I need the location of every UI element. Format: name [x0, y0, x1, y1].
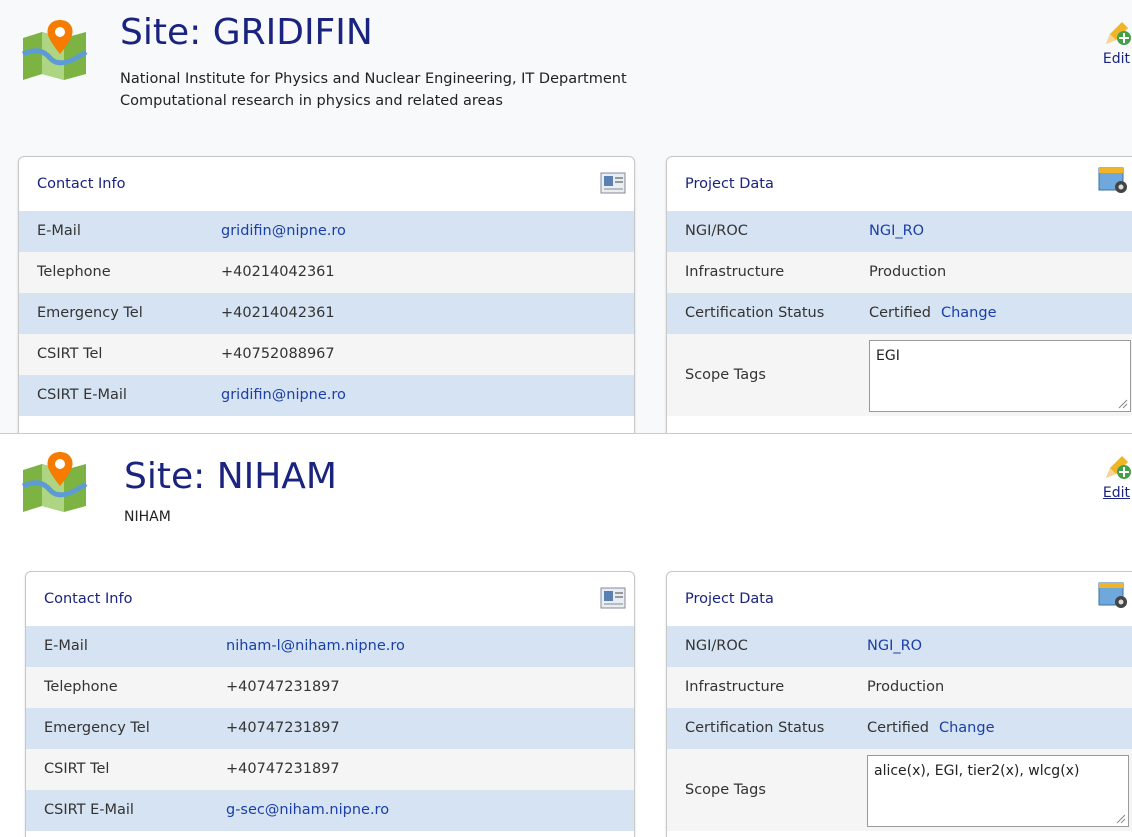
project-row-infrastructure: Infrastructure Production	[667, 252, 1132, 293]
contact-row-emergency-tel: Emergency Tel +40747231897	[26, 708, 634, 749]
contact-row-telephone: Telephone +40214042361	[19, 252, 634, 293]
certification-value: Certified Change	[867, 708, 995, 749]
scope-tags-value: alice(x), EGI, tier2(x), wlcg(x)	[874, 763, 1080, 779]
project-row-ngi: NGI/ROC NGI_RO	[667, 626, 1132, 667]
row-value: +40747231897	[226, 679, 340, 695]
row-value: +40752088967	[221, 346, 335, 362]
project-data-title: Project Data	[685, 176, 774, 192]
contact-info-card: Contact Info E-Mail niham-l@niham.nipne.…	[25, 571, 635, 837]
certification-value: Certified Change	[869, 293, 997, 334]
site-description-line: National Institute for Physics and Nucle…	[120, 71, 627, 87]
project-icon	[1097, 163, 1127, 217]
map-pin-icon	[20, 452, 90, 512]
row-label: CSIRT Tel	[37, 346, 103, 362]
ngi-link[interactable]: NGI_RO	[869, 211, 924, 252]
project-data-header: Project Data	[667, 572, 1132, 626]
contact-row-csirt-tel: CSIRT Tel +40752088967	[19, 334, 634, 375]
row-label: Infrastructure	[685, 679, 785, 695]
row-label: NGI/ROC	[685, 638, 748, 654]
site-description-line: Computational research in physics and re…	[120, 93, 503, 109]
edit-link[interactable]: Edit	[1103, 485, 1132, 501]
row-label: Infrastructure	[685, 264, 785, 280]
project-data-card: Project Data NGI/ROC NGI_RO Infrastructu…	[666, 156, 1132, 433]
resize-grip-icon[interactable]	[1116, 814, 1126, 824]
contact-card-icon	[600, 163, 626, 217]
row-label: E-Mail	[44, 638, 88, 654]
edit-link[interactable]: Edit	[1103, 51, 1132, 67]
row-label: NGI/ROC	[685, 223, 748, 239]
site-panel-gridifin: Site: GRIDIFIN National Institute for Ph…	[0, 0, 1132, 433]
project-data-title: Project Data	[685, 591, 774, 607]
contact-card-icon	[600, 578, 626, 632]
contact-row-email: E-Mail niham-l@niham.nipne.ro	[26, 626, 634, 667]
contact-row-csirt-tel: CSIRT Tel +40747231897	[26, 749, 634, 790]
project-row-scope-tags: Scope Tags EGI	[667, 334, 1132, 416]
project-icon	[1097, 578, 1127, 632]
contact-row-email: E-Mail gridifin@nipne.ro	[19, 211, 634, 252]
row-label: Telephone	[44, 679, 118, 695]
row-label: Scope Tags	[685, 782, 766, 798]
site-description-line: NIHAM	[124, 509, 171, 525]
certification-status: Certified	[867, 720, 929, 736]
row-value: Production	[869, 264, 947, 280]
contact-info-title: Contact Info	[37, 176, 126, 192]
row-label: E-Mail	[37, 223, 81, 239]
edit-button[interactable]: Edit	[1072, 452, 1132, 501]
row-label: Emergency Tel	[37, 305, 143, 321]
certification-status: Certified	[869, 305, 931, 321]
site-panel-niham: Site: NIHAM NIHAM Edit Contact Info E-Ma…	[0, 433, 1132, 837]
contact-info-card: Contact Info E-Mail gridifin@nipne.ro Te…	[18, 156, 635, 433]
csirt-email-link[interactable]: g-sec@niham.nipne.ro	[226, 790, 389, 831]
row-value: +40747231897	[226, 761, 340, 777]
row-label: CSIRT E-Mail	[37, 387, 127, 403]
scope-tags-value: EGI	[876, 348, 900, 364]
site-title: Site: GRIDIFIN	[120, 12, 373, 53]
row-label: Emergency Tel	[44, 720, 150, 736]
edit-pencil-icon	[1106, 22, 1131, 45]
contact-row-telephone: Telephone +40747231897	[26, 667, 634, 708]
project-row-infrastructure: Infrastructure Production	[667, 667, 1132, 708]
csirt-email-link[interactable]: gridifin@nipne.ro	[221, 375, 346, 416]
row-label: Scope Tags	[685, 367, 766, 383]
edit-pencil-icon	[1106, 456, 1131, 479]
project-data-header: Project Data	[667, 157, 1132, 211]
row-label: CSIRT Tel	[44, 761, 110, 777]
contact-row-csirt-email: CSIRT E-Mail gridifin@nipne.ro	[19, 375, 634, 416]
contact-info-header: Contact Info	[26, 572, 634, 626]
project-row-certification: Certification Status Certified Change	[667, 708, 1132, 749]
scope-tags-textarea[interactable]: EGI	[869, 340, 1131, 412]
row-label: Certification Status	[685, 305, 825, 321]
row-label: Certification Status	[685, 720, 825, 736]
project-row-ngi: NGI/ROC NGI_RO	[667, 211, 1132, 252]
site-description: NIHAM	[124, 506, 171, 528]
email-link[interactable]: gridifin@nipne.ro	[221, 211, 346, 252]
change-certification-link[interactable]: Change	[941, 305, 997, 321]
project-row-scope-tags: Scope Tags alice(x), EGI, tier2(x), wlcg…	[667, 749, 1132, 831]
contact-row-emergency-tel: Emergency Tel +40214042361	[19, 293, 634, 334]
site-description: National Institute for Physics and Nucle…	[120, 68, 627, 112]
change-certification-link[interactable]: Change	[939, 720, 995, 736]
row-label: CSIRT E-Mail	[44, 802, 134, 818]
contact-info-title: Contact Info	[44, 591, 133, 607]
row-value: +40747231897	[226, 720, 340, 736]
contact-info-header: Contact Info	[19, 157, 634, 211]
row-label: Telephone	[37, 264, 111, 280]
row-value: +40214042361	[221, 264, 335, 280]
row-value: Production	[867, 679, 945, 695]
project-data-card: Project Data NGI/ROC NGI_RO Infrastructu…	[666, 571, 1132, 837]
email-link[interactable]: niham-l@niham.nipne.ro	[226, 626, 405, 667]
resize-grip-icon[interactable]	[1118, 399, 1128, 409]
ngi-link[interactable]: NGI_RO	[867, 626, 922, 667]
scope-tags-textarea[interactable]: alice(x), EGI, tier2(x), wlcg(x)	[867, 755, 1129, 827]
project-row-certification: Certification Status Certified Change	[667, 293, 1132, 334]
edit-button[interactable]: Edit	[1072, 18, 1132, 67]
contact-row-csirt-email: CSIRT E-Mail g-sec@niham.nipne.ro	[26, 790, 634, 831]
row-value: +40214042361	[221, 305, 335, 321]
map-pin-icon	[20, 20, 90, 80]
site-title: Site: NIHAM	[124, 456, 337, 497]
